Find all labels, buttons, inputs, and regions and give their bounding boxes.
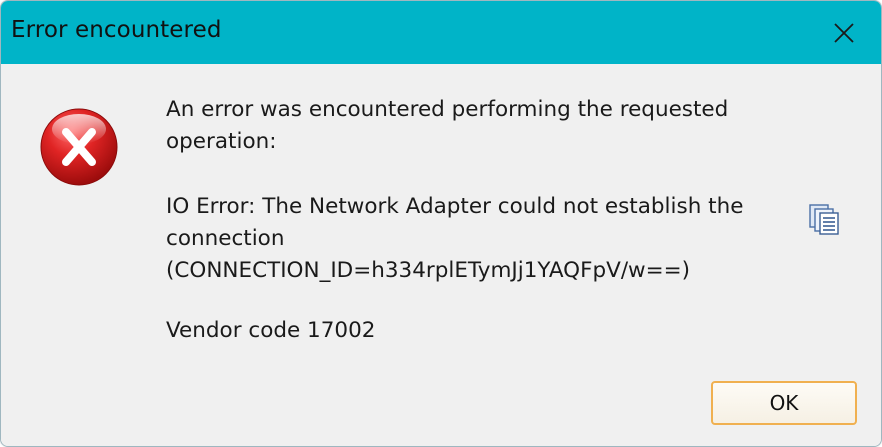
copy-icon (807, 202, 841, 240)
close-button[interactable] (807, 1, 881, 64)
error-dialog: Error encountered An error was encounter… (0, 0, 882, 447)
message-line: IO Error: The Network Adapter could not … (166, 194, 744, 219)
close-icon (833, 22, 855, 44)
ok-button[interactable]: OK (711, 381, 857, 425)
error-message-intro: An error was encountered performing the … (166, 94, 786, 158)
error-message-detail: IO Error: The Network Adapter could not … (166, 191, 786, 287)
connection-id-line: (CONNECTION_ID=h334rplETymJj1YAQFpV/w==) (166, 258, 691, 283)
message-line: operation: (166, 129, 277, 154)
message-line: An error was encountered performing the … (166, 97, 729, 122)
copy-button[interactable] (804, 201, 844, 241)
window-title: Error encountered (11, 17, 222, 43)
vendor-code: Vendor code 17002 (166, 318, 376, 343)
title-bar[interactable]: Error encountered (1, 1, 881, 64)
error-icon (39, 107, 119, 187)
message-line: connection (166, 226, 285, 251)
dialog-body: An error was encountered performing the … (1, 64, 881, 446)
